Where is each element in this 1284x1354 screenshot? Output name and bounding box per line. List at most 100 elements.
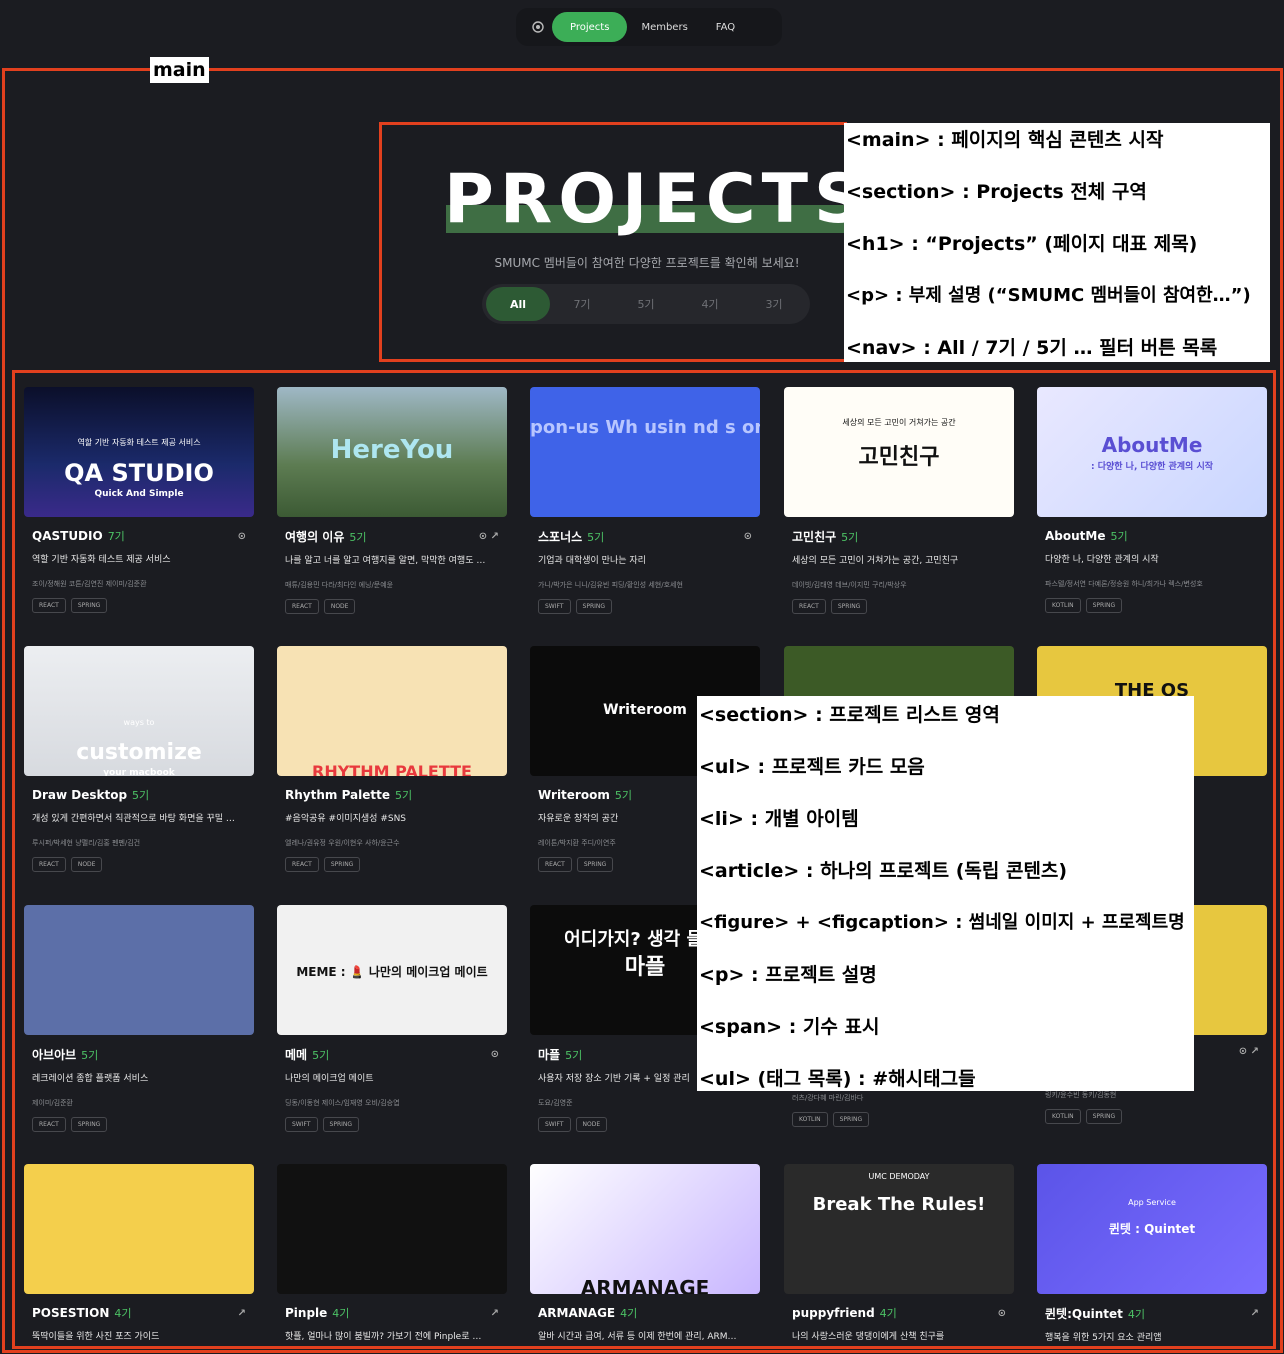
annotation-line: <ul> : 프로젝트 카드 모음 xyxy=(699,756,925,778)
project-description: 나의 사랑스러운 댕댕이에게 산책 친구를 xyxy=(792,1332,945,1342)
tech-tag: REACT xyxy=(538,857,572,872)
nav-faq[interactable]: FAQ xyxy=(702,12,749,42)
project-thumbnail[interactable]: 세상의 모든 고민이 거쳐가는 공간 고민친구 xyxy=(784,387,1014,517)
project-title[interactable]: 아브아브 xyxy=(32,1046,76,1063)
tech-tag: NODE xyxy=(323,599,356,614)
tech-tag: KOTLIN xyxy=(1045,598,1081,613)
tag-list: SWIFT NODE xyxy=(530,1117,762,1132)
project-title-row: 여행의 이유 5기 ⊙ ↗ xyxy=(277,528,509,545)
project-thumbnail[interactable] xyxy=(24,1164,254,1294)
project-card[interactable]: MEME : 💄 나만의 메이크업 메이트 메메 5기 ⊙ 나만의 메이크업 메이트 딩동… xyxy=(277,905,509,1132)
filter-7[interactable]: 7기 xyxy=(550,287,614,321)
tech-tag: REACT xyxy=(32,598,66,613)
project-title[interactable]: 고민친구 xyxy=(792,528,836,545)
project-thumbnail[interactable]: App Service 퀸텟 : Quintet xyxy=(1037,1164,1267,1294)
project-title[interactable]: 메메 xyxy=(285,1046,307,1063)
project-card[interactable]: POSESTION 4기 ↗ 뚝딱이들을 위한 사진 포즈 가이드 xyxy=(24,1164,256,1342)
filter-3[interactable]: 3기 xyxy=(742,287,806,321)
project-link-icons[interactable]: ⊙ xyxy=(998,1308,1006,1319)
tag-list: REACT SPRING xyxy=(784,599,1016,614)
project-card[interactable]: ARMANAGE ARMANAGE 4기 알바 시간과 급여, 서류 등 이제 한번에… xyxy=(530,1164,762,1342)
project-link-icons[interactable]: ⊙ ↗ xyxy=(479,531,499,542)
generation-badge: 4기 xyxy=(620,1307,638,1320)
project-title[interactable]: Draw Desktop xyxy=(32,788,127,802)
project-title[interactable]: ARMANAGE xyxy=(538,1306,615,1320)
tech-tag: SPRING xyxy=(322,1117,360,1132)
project-thumbnail[interactable] xyxy=(277,1164,507,1294)
project-title[interactable]: 퀸텟:Quintet xyxy=(1045,1305,1123,1322)
nav-projects[interactable]: Projects xyxy=(552,12,628,42)
tag-list: SWIFT SPRING xyxy=(277,1117,509,1132)
project-title[interactable]: Writeroom xyxy=(538,788,610,802)
project-title[interactable]: Pinple xyxy=(285,1306,327,1320)
tech-tag: SPRING xyxy=(576,857,614,872)
project-title[interactable]: POSESTION xyxy=(32,1306,109,1320)
project-link-icons[interactable]: ↗ xyxy=(238,1308,246,1319)
project-card[interactable]: AboutMe: 다양한 나, 다양한 관계의 시작 AboutMe 5기 다양한 나… xyxy=(1037,387,1269,613)
project-title[interactable]: 스포너스 xyxy=(538,528,582,545)
thumbnail-text: 고민친구 xyxy=(858,445,940,470)
tech-tag: REACT xyxy=(285,599,319,614)
project-link-icons[interactable]: ⊙ xyxy=(744,531,752,542)
page-title: PROJECTS xyxy=(444,160,870,239)
project-members: 매튜/김용민 다라/최다인 에닝/문예윤 xyxy=(285,581,394,589)
project-thumbnail[interactable]: pon-us Wh usin nd s onverg xyxy=(530,387,760,517)
project-title[interactable]: puppyfriend xyxy=(792,1306,875,1320)
tech-tag: SPRING xyxy=(830,599,868,614)
project-card[interactable]: 역할 기반 자동화 테스트 제공 서비스 QA STUDIO Quick And S… xyxy=(24,387,256,613)
generation-badge: 5기 xyxy=(565,1048,583,1062)
page-subtitle: SMUMC 멤버들이 참여한 다양한 프로젝트를 확인해 보세요! xyxy=(494,256,800,270)
project-description: 세상의 모든 고민이 거쳐가는 공간, 고민친구 xyxy=(792,556,959,566)
nav-members[interactable]: Members xyxy=(627,12,701,42)
project-description: 개성 있게 간편하면서 직관적으로 바탕 화면을 꾸밀 … xyxy=(32,814,235,824)
project-card[interactable]: pon-us Wh usin nd s onverg 스포너스 5기 ⊙ 기업과 대학생… xyxy=(530,387,762,614)
project-thumbnail[interactable]: ARMANAGE xyxy=(530,1164,760,1294)
project-card[interactable]: HereYou 여행의 이유 5기 ⊙ ↗ 나를 알고 너를 알고 여행지를 알면, 막… xyxy=(277,387,509,614)
annotation-line: <li> : 개별 아이템 xyxy=(699,808,859,830)
thumbnail-caption: UMC DEMODAY xyxy=(868,1172,930,1181)
project-thumbnail[interactable]: AboutMe: 다양한 나, 다양한 관계의 시작 xyxy=(1037,387,1267,517)
project-link-icons[interactable]: ↗ xyxy=(1251,1308,1259,1319)
filter-all[interactable]: All xyxy=(486,287,550,321)
project-thumbnail[interactable]: HereYou xyxy=(277,387,507,517)
project-description: #음악공유 #이미지생성 #SNS xyxy=(285,814,407,824)
project-members: 데이빗/김태영 데브/이지민 구리/박상우 xyxy=(792,581,907,589)
thumbnail-text: MEME : 💄 나만의 메이크업 메이트 xyxy=(296,965,488,979)
project-title[interactable]: QASTUDIO xyxy=(32,529,103,543)
project-card[interactable]: ways to customize your macbook Draw Desktop… xyxy=(24,646,256,872)
project-card[interactable]: 세상의 모든 고민이 거쳐가는 공간 고민친구 고민친구 5기 세상의 모든 고민이 거… xyxy=(784,387,1016,614)
project-link-icons[interactable]: ⊙ ↗ xyxy=(1239,1046,1259,1057)
project-thumbnail[interactable]: ways to customize your macbook xyxy=(24,646,254,776)
project-title[interactable]: 여행의 이유 xyxy=(285,528,344,545)
project-members: 조이/정해원 코튼/김연진 제이미/김준환 xyxy=(32,580,147,588)
generation-badge: 5기 xyxy=(132,789,150,802)
generation-badge: 4기 xyxy=(114,1307,132,1320)
project-link-icons[interactable]: ⊙ xyxy=(238,531,246,542)
project-description: 나만의 메이크업 메이트 xyxy=(285,1074,374,1084)
project-title[interactable]: AboutMe xyxy=(1045,529,1105,543)
filter-4[interactable]: 4기 xyxy=(678,287,742,321)
project-card[interactable]: 아브아브 5기 레크레이션 종합 플랫폼 서비스 제이미/김준환 REACT SPRING xyxy=(24,905,256,1132)
project-thumbnail[interactable]: MEME : 💄 나만의 메이크업 메이트 xyxy=(277,905,507,1035)
project-card[interactable]: Pinple 4기 ↗ 핫플, 얼마나 많이 붐빌까? 가보기 전에 Pinple로 … xyxy=(277,1164,509,1342)
logo-icon[interactable] xyxy=(524,13,552,41)
annotation-line: <main> : 페이지의 핵심 콘텐츠 시작 xyxy=(846,129,1164,151)
project-thumbnail[interactable] xyxy=(24,905,254,1035)
project-title-row: AboutMe 5기 xyxy=(1037,528,1269,544)
project-description: 행복을 위한 5가지 요소 관리앱 xyxy=(1045,1333,1162,1343)
thumbnail-text: pon-us Wh usin nd s onverg xyxy=(530,417,760,438)
project-card[interactable]: RHYTHM PALETTE Rhythm Palette 5기 #음악공유 #이미지… xyxy=(277,646,509,872)
project-title-row: QASTUDIO 7기 ⊙ xyxy=(24,528,256,544)
project-title[interactable]: Rhythm Palette xyxy=(285,788,390,802)
filter-5[interactable]: 5기 xyxy=(614,287,678,321)
project-link-icons[interactable]: ⊙ xyxy=(491,1049,499,1060)
project-thumbnail[interactable]: UMC DEMODAY Break The Rules! xyxy=(784,1164,1014,1294)
project-card[interactable]: App Service 퀸텟 : Quintet 퀸텟:Quintet 4기 ↗ 행복을 … xyxy=(1037,1164,1269,1343)
tag-list: KOTLIN SPRING xyxy=(1037,598,1269,613)
project-thumbnail[interactable]: RHYTHM PALETTE xyxy=(277,646,507,776)
project-card[interactable]: UMC DEMODAY Break The Rules! puppyfriend 4기… xyxy=(784,1164,1016,1342)
project-link-icons[interactable]: ↗ xyxy=(491,1308,499,1319)
project-title[interactable]: 마플 xyxy=(538,1046,560,1063)
project-title-row: Pinple 4기 ↗ xyxy=(277,1305,509,1321)
project-thumbnail[interactable]: 역할 기반 자동화 테스트 제공 서비스 QA STUDIO Quick And S… xyxy=(24,387,254,517)
